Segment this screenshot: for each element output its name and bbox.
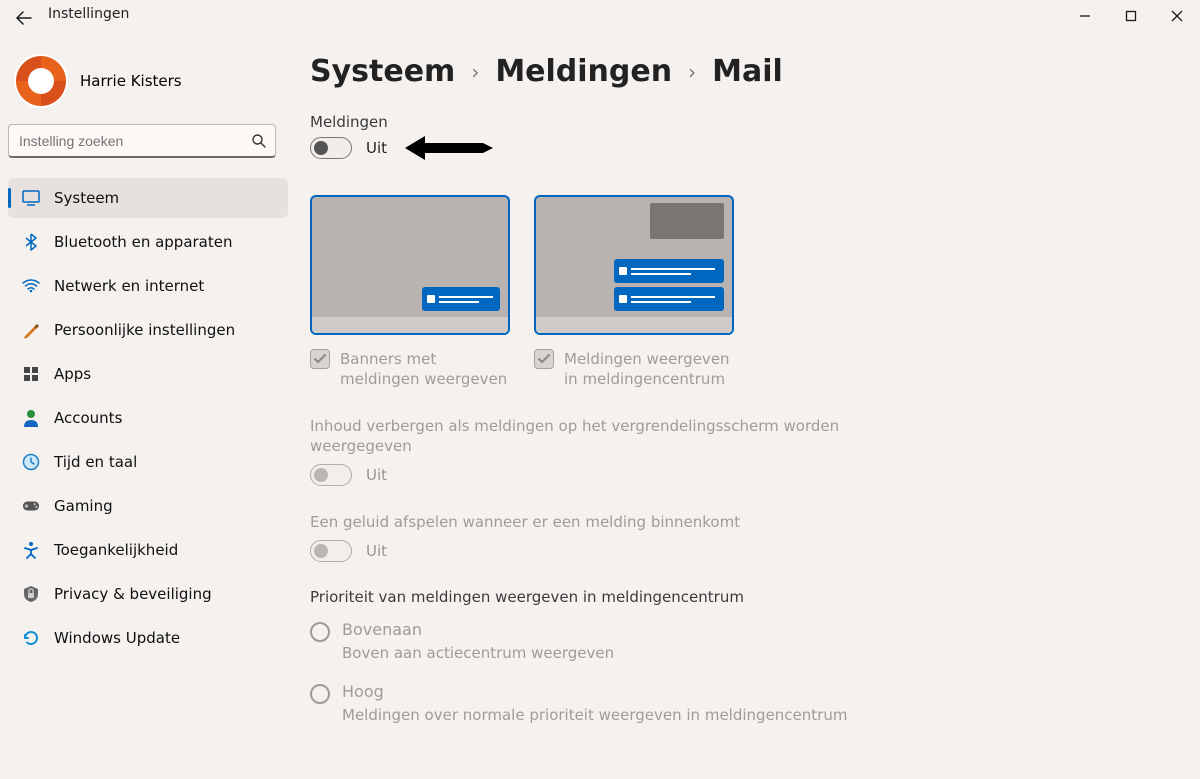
update-icon	[22, 629, 40, 647]
hide-lockscreen-state: Uit	[366, 466, 387, 484]
gaming-icon	[22, 497, 40, 515]
sidebar-item-label: Persoonlijke instellingen	[54, 321, 235, 339]
sidebar-item-gaming[interactable]: Gaming	[8, 486, 288, 526]
chevron-right-icon: ›	[688, 60, 696, 84]
priority-high[interactable]: Hoog Meldingen over normale prioriteit w…	[310, 682, 1176, 725]
sidebar-item-label: Accounts	[54, 409, 122, 427]
search-icon	[251, 133, 267, 149]
play-sound-label: Een geluid afspelen wanneer er een meldi…	[310, 512, 870, 532]
notifications-state: Uit	[366, 139, 387, 157]
notifications-label: Meldingen	[310, 113, 1176, 131]
preview-banners[interactable]	[310, 195, 510, 335]
sidebar-item-access[interactable]: Toegankelijkheid	[8, 530, 288, 570]
sidebar-item-label: Windows Update	[54, 629, 180, 647]
systeem-icon	[22, 189, 40, 207]
sidebar-item-apps[interactable]: Apps	[8, 354, 288, 394]
window-title: Instellingen	[48, 6, 129, 22]
play-sound-state: Uit	[366, 542, 387, 560]
sidebar-item-label: Gaming	[54, 497, 113, 515]
action-center-checkbox[interactable]	[534, 349, 554, 369]
notifications-toggle[interactable]	[310, 137, 352, 159]
sidebar-item-label: Systeem	[54, 189, 119, 207]
access-icon	[22, 541, 40, 559]
user-name: Harrie Kisters	[80, 72, 182, 90]
crumb-meldingen[interactable]: Meldingen	[495, 54, 672, 89]
search-input[interactable]	[19, 133, 251, 149]
sidebar-item-label: Bluetooth en apparaten	[54, 233, 233, 251]
radio-icon	[310, 684, 330, 704]
minimize-button[interactable]	[1062, 0, 1108, 32]
crumb-current: Mail	[712, 54, 783, 89]
time-icon	[22, 453, 40, 471]
priority-top[interactable]: Bovenaan Boven aan actiecentrum weergeve…	[310, 620, 1176, 663]
close-button[interactable]	[1154, 0, 1200, 32]
network-icon	[22, 277, 40, 295]
sidebar-item-label: Toegankelijkheid	[54, 541, 178, 559]
breadcrumb: Systeem › Meldingen › Mail	[310, 54, 1176, 89]
sidebar-item-systeem[interactable]: Systeem	[8, 178, 288, 218]
personalize-icon	[22, 321, 40, 339]
sidebar-item-label: Privacy & beveiliging	[54, 585, 212, 603]
sidebar-item-time[interactable]: Tijd en taal	[8, 442, 288, 482]
avatar	[14, 54, 68, 108]
sidebar-item-label: Netwerk en internet	[54, 277, 204, 295]
bluetooth-icon	[22, 233, 40, 251]
search-box[interactable]	[8, 124, 276, 158]
back-button[interactable]	[16, 10, 32, 26]
crumb-systeem[interactable]: Systeem	[310, 54, 455, 89]
sidebar-item-label: Tijd en taal	[54, 453, 137, 471]
arrow-annotation-icon	[405, 133, 493, 163]
sidebar-item-label: Apps	[54, 365, 91, 383]
apps-icon	[22, 365, 40, 383]
sidebar-item-bluetooth[interactable]: Bluetooth en apparaten	[8, 222, 288, 262]
user-profile[interactable]: Harrie Kisters	[8, 46, 288, 124]
play-sound-toggle	[310, 540, 352, 562]
banners-label: Banners met meldingen weergeven	[340, 349, 510, 390]
action-center-label: Meldingen weergeven in meldingencentrum	[564, 349, 734, 390]
sidebar-item-update[interactable]: Windows Update	[8, 618, 288, 658]
preview-action-center[interactable]	[534, 195, 734, 335]
sidebar-item-privacy[interactable]: Privacy & beveiliging	[8, 574, 288, 614]
maximize-button[interactable]	[1108, 0, 1154, 32]
sidebar-item-personalize[interactable]: Persoonlijke instellingen	[8, 310, 288, 350]
chevron-right-icon: ›	[471, 60, 479, 84]
hide-lockscreen-toggle	[310, 464, 352, 486]
priority-title: Prioriteit van meldingen weergeven in me…	[310, 588, 1176, 606]
banners-checkbox[interactable]	[310, 349, 330, 369]
accounts-icon	[22, 409, 40, 427]
hide-lockscreen-label: Inhoud verbergen als meldingen op het ve…	[310, 416, 870, 457]
privacy-icon	[22, 585, 40, 603]
sidebar-item-accounts[interactable]: Accounts	[8, 398, 288, 438]
radio-icon	[310, 622, 330, 642]
sidebar-item-network[interactable]: Netwerk en internet	[8, 266, 288, 306]
